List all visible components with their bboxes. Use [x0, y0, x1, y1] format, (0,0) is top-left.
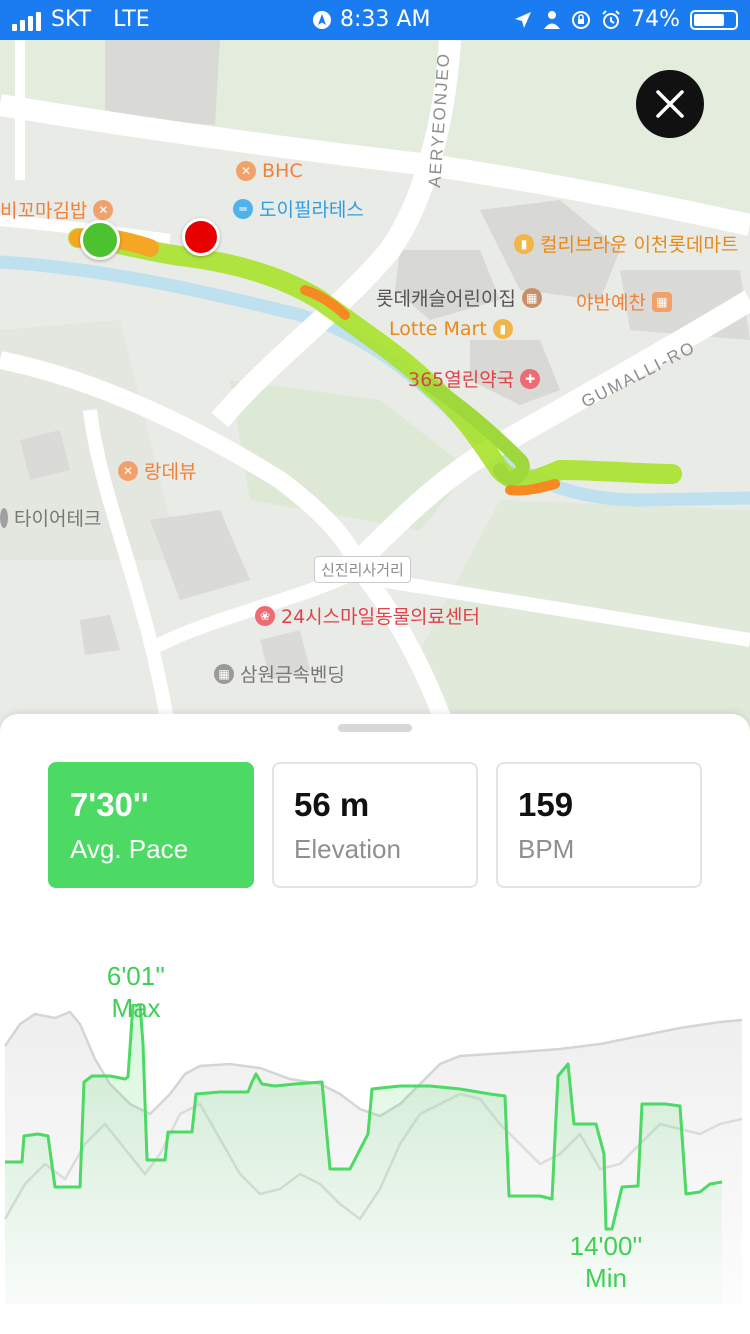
- poi-animal-hospital[interactable]: ❀ 24시스마일동물의료센터: [255, 602, 480, 629]
- poi-samwon[interactable]: ▦ 삼원금속벤딩: [214, 660, 345, 687]
- poi-label: Lotte Mart: [389, 318, 487, 340]
- poi-label: 야반예찬: [576, 292, 646, 314]
- battery-percent: 74%: [631, 7, 680, 32]
- poi-label: 비꼬마김밥: [0, 200, 88, 222]
- avg-pace-label: Avg. Pace: [70, 834, 189, 864]
- poi-tire-tech[interactable]: 타이어테크: [0, 504, 101, 531]
- poi-label: 24시스마일동물의료센터: [281, 606, 480, 628]
- pharmacy-icon: ✚: [520, 368, 541, 389]
- max-pace-value: 6'01'': [106, 961, 166, 991]
- poi-label: 랑데뷰: [144, 461, 197, 483]
- poi-label: 타이어테크: [14, 508, 102, 530]
- rotation-lock-icon: [572, 10, 591, 29]
- bpm-value: 159: [518, 786, 574, 823]
- location-services-icon: [313, 10, 331, 29]
- max-pace-annotation: 6'01'' Max: [76, 960, 196, 1024]
- network-label: LTE: [113, 7, 150, 32]
- close-icon: [656, 90, 684, 118]
- carrier-label: SKT: [51, 7, 92, 32]
- poi-bhc[interactable]: ✕ BHC: [236, 160, 303, 182]
- min-pace-annotation: 14'00'' Min: [546, 1230, 666, 1294]
- pet-icon: ❀: [255, 605, 275, 626]
- intersection-label: 신진리사거리: [314, 556, 411, 583]
- poi-yaban[interactable]: 야반예찬 ▦: [576, 288, 672, 315]
- poi-lotte-mart[interactable]: Lotte Mart ▮: [389, 318, 513, 340]
- status-bar: SKT LTE 8:33 AM 74%: [0, 0, 750, 40]
- min-pace-label: Min: [585, 1263, 627, 1293]
- poi-rendezvous[interactable]: ✕ 랑데뷰: [118, 457, 196, 484]
- building-icon: ▦: [521, 287, 542, 308]
- shopping-icon: ▮: [492, 319, 513, 339]
- status-time: 8:33 AM: [340, 7, 431, 32]
- person-icon: [544, 10, 561, 29]
- poi-pharmacy[interactable]: 365열린약국 ✚: [408, 365, 541, 392]
- bpm-card[interactable]: 159 BPM: [496, 762, 702, 888]
- road-label-gumalli-ro: GUMALLI-RO: [578, 338, 699, 412]
- shopping-icon: ▮: [514, 233, 534, 254]
- poi-label: 컬리브라운 이천롯데마트: [540, 234, 739, 256]
- battery-icon: [690, 9, 738, 30]
- start-marker: [80, 220, 120, 260]
- route-map[interactable]: AERYEONJEO GUMALLI-RO 신진리사거리 ✕ BHC ═ 도이필라테…: [0, 40, 750, 740]
- poi-lotte-castle-daycare[interactable]: 롯데캐슬어린이집 ▦: [376, 284, 542, 311]
- map-base: AERYEONJEO GUMALLI-RO: [0, 40, 750, 740]
- max-pace-label: Max: [111, 993, 161, 1023]
- end-marker: [182, 218, 220, 256]
- poi-label: 365열린약국: [408, 369, 515, 391]
- signal-icon: [12, 9, 41, 31]
- restaurant-icon: ▦: [651, 291, 672, 312]
- fitness-icon: ═: [233, 198, 253, 219]
- poi-label: 롯데캐슬어린이집: [376, 288, 516, 310]
- restaurant-icon: ✕: [236, 161, 256, 181]
- elevation-card[interactable]: 56 m Elevation: [272, 762, 478, 888]
- poi-doi-pilates[interactable]: ═ 도이필라테스: [233, 195, 364, 222]
- avg-pace-card[interactable]: 7'30'' Avg. Pace: [48, 762, 254, 888]
- battery-fill: [694, 13, 724, 26]
- poi-label: 도이필라테스: [259, 199, 364, 221]
- location-arrow-icon: [515, 11, 532, 28]
- min-pace-value: 14'00'': [569, 1231, 643, 1261]
- sheet-drag-handle[interactable]: [338, 724, 412, 732]
- poi-label: 삼원금속벤딩: [240, 664, 345, 686]
- avg-pace-value: 7'30'': [70, 786, 149, 823]
- close-button[interactable]: [636, 70, 704, 138]
- restaurant-icon: ✕: [118, 460, 138, 481]
- restaurant-icon: ✕: [93, 199, 114, 220]
- stats-sheet[interactable]: 7'30'' Avg. Pace 56 m Elevation 159 BPM …: [0, 714, 750, 1334]
- poi-curly-brown[interactable]: ▮ 컬리브라운 이천롯데마트: [514, 230, 738, 257]
- bpm-label: BPM: [518, 834, 575, 864]
- elevation-value: 56 m: [294, 786, 370, 823]
- poi-label: BHC: [262, 160, 303, 182]
- service-icon: [0, 507, 8, 528]
- building-icon: ▦: [214, 663, 234, 684]
- alarm-icon: [602, 9, 620, 29]
- poi-kimbap[interactable]: 비꼬마김밥 ✕: [0, 196, 114, 223]
- elevation-label: Elevation: [294, 834, 401, 864]
